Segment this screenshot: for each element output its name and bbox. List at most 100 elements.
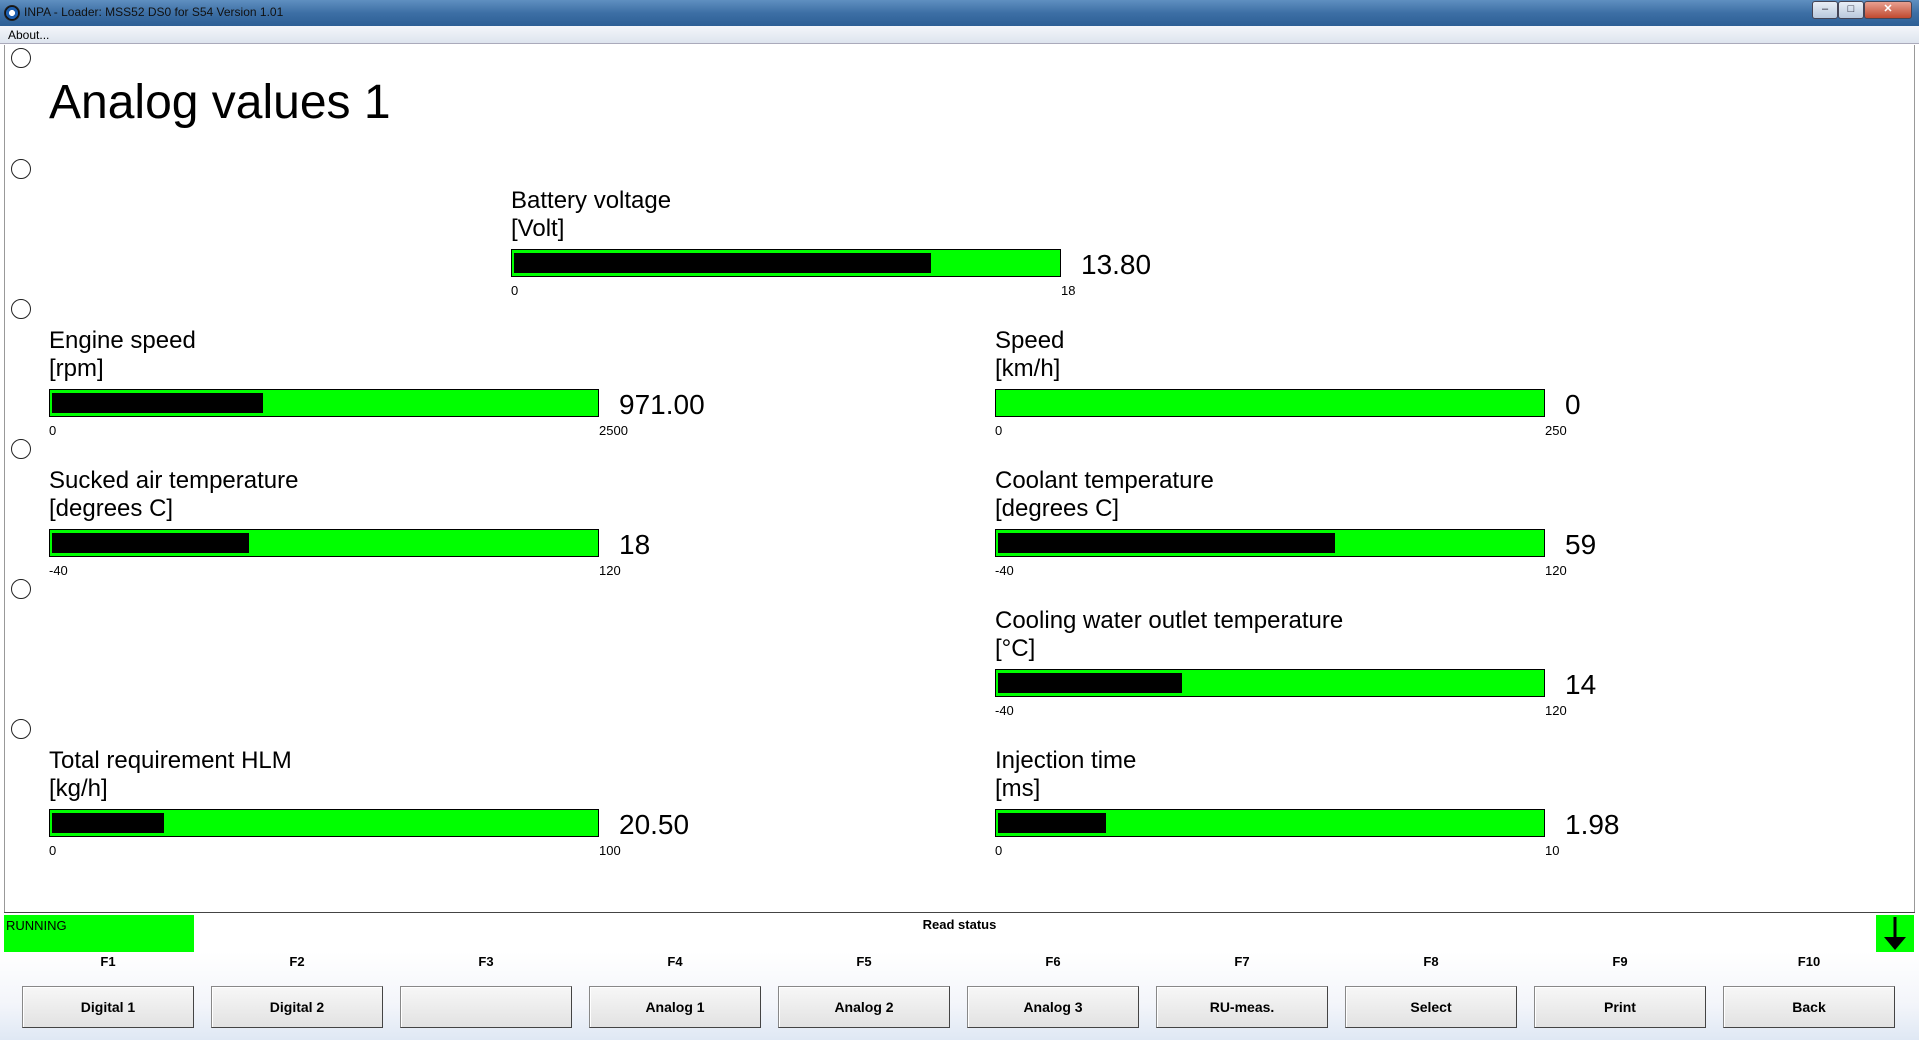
status-bar: Read status RUNNING — [4, 912, 1915, 953]
f3-button[interactable] — [400, 986, 572, 1028]
ru-meas-button[interactable]: RU-meas. — [1156, 986, 1328, 1028]
gauge-min: 0 — [995, 423, 1003, 438]
gauge-bar — [995, 389, 1545, 417]
analog-3-button[interactable]: Analog 3 — [967, 986, 1139, 1028]
gauge-value: 0 — [1565, 389, 1581, 420]
app-logo-icon — [4, 5, 20, 21]
gauge-label: Engine speed — [49, 327, 196, 354]
main-panel: Analog values 1 Battery voltage [Volt] 1… — [4, 45, 1915, 912]
fkey-label-f6: F6 — [1045, 954, 1061, 969]
fkey-label-f5: F5 — [856, 954, 872, 969]
digital-2-button[interactable]: Digital 2 — [211, 986, 383, 1028]
select-button[interactable]: Select — [1345, 986, 1517, 1028]
gauge-label: Total requirement HLM — [49, 747, 292, 774]
gauge-bar — [49, 809, 599, 837]
gauge-unit: [rpm] — [49, 355, 104, 382]
gauge-bar — [995, 809, 1545, 837]
gauge-min: 0 — [995, 843, 1003, 858]
gauge-value: 13.80 — [1081, 249, 1152, 280]
gauge-bar — [511, 249, 1061, 277]
analog-1-button[interactable]: Analog 1 — [589, 986, 761, 1028]
radio-option-2[interactable] — [11, 159, 31, 179]
fkey-label-f1: F1 — [100, 954, 116, 969]
minimize-button[interactable]: – — [1812, 1, 1838, 19]
gauge-value: 14 — [1565, 669, 1597, 700]
gauge-label: Cooling water outlet temperature — [995, 607, 1344, 634]
fkey-label-f8: F8 — [1423, 954, 1439, 969]
gauge-fill — [998, 533, 1335, 553]
gauge-unit: [°C] — [995, 635, 1036, 662]
gauge-injection-time: Injection time [ms] 1.98 0 10 — [995, 747, 1655, 871]
gauge-fill — [998, 673, 1182, 693]
analog-2-button[interactable]: Analog 2 — [778, 986, 950, 1028]
print-button[interactable]: Print — [1534, 986, 1706, 1028]
gauge-min: -40 — [995, 563, 1014, 578]
fkey-label-f7: F7 — [1234, 954, 1250, 969]
gauge-min: -40 — [995, 703, 1014, 718]
gauge-bar — [995, 669, 1545, 697]
gauge-max: 250 — [1545, 423, 1567, 438]
gauge-value: 20.50 — [619, 809, 690, 840]
gauge-bar — [995, 529, 1545, 557]
gauge-max: 2500 — [599, 423, 628, 438]
gauge-max: 120 — [599, 563, 621, 578]
gauge-fill — [514, 253, 932, 273]
fkey-label-f4: F4 — [667, 954, 683, 969]
gauge-bar — [49, 389, 599, 417]
gauge-max: 18 — [1061, 283, 1076, 298]
back-button[interactable]: Back — [1723, 986, 1895, 1028]
scroll-down-button[interactable] — [1876, 915, 1914, 953]
radio-option-4[interactable] — [11, 439, 31, 459]
gauge-value: 18 — [619, 529, 651, 560]
gauge-max: 120 — [1545, 703, 1567, 718]
digital-1-button[interactable]: Digital 1 — [22, 986, 194, 1028]
gauge-value: 59 — [1565, 529, 1597, 560]
gauge-fill — [52, 393, 264, 413]
arrow-down-icon — [1884, 917, 1906, 950]
status-running-indicator: RUNNING — [4, 915, 194, 953]
fkey-label-f9: F9 — [1612, 954, 1628, 969]
gauge-unit: [ms] — [995, 775, 1041, 802]
gauge-sucked-air-temperature: Sucked air temperature [degrees C] 18 -4… — [49, 467, 709, 591]
gauge-min: -40 — [49, 563, 68, 578]
radio-option-5[interactable] — [11, 579, 31, 599]
title-bar: INPA - Loader: MSS52 DS0 for S54 Version… — [0, 0, 1919, 26]
gauge-unit: [km/h] — [995, 355, 1061, 382]
gauge-coolant-temperature: Coolant temperature [degrees C] 59 -40 1… — [995, 467, 1655, 591]
radio-option-1[interactable] — [11, 48, 31, 68]
gauge-fill — [52, 813, 164, 833]
close-button[interactable]: ✕ — [1864, 1, 1912, 19]
gauge-fill — [998, 813, 1106, 833]
gauge-min: 0 — [511, 283, 519, 298]
fkey-label-f3: F3 — [478, 954, 494, 969]
gauge-unit: [Volt] — [511, 215, 565, 242]
gauge-max: 100 — [599, 843, 621, 858]
gauge-max: 10 — [1545, 843, 1560, 858]
gauge-max: 120 — [1545, 563, 1567, 578]
fkey-label-f2: F2 — [289, 954, 305, 969]
gauge-label: Battery voltage — [511, 187, 672, 214]
gauge-value: 1.98 — [1565, 809, 1620, 840]
gauge-speed: Speed [km/h] 0 0 250 — [995, 327, 1655, 451]
page-title: Analog values 1 — [49, 76, 391, 129]
gauge-total-requirement-hlm: Total requirement HLM [kg/h] 20.50 0 100 — [49, 747, 709, 871]
status-message: Read status — [922, 917, 997, 932]
radio-option-3[interactable] — [11, 299, 31, 319]
gauge-label: Sucked air temperature — [49, 467, 299, 494]
gauge-min: 0 — [49, 843, 57, 858]
radio-option-6[interactable] — [11, 719, 31, 739]
gauge-label: Injection time — [995, 747, 1137, 774]
gauge-bar — [49, 529, 599, 557]
gauge-min: 0 — [49, 423, 57, 438]
gauge-unit: [degrees C] — [995, 495, 1120, 522]
window-title: INPA - Loader: MSS52 DS0 for S54 Version… — [24, 5, 284, 19]
fkey-label-f10: F10 — [1797, 954, 1821, 969]
menu-item-about[interactable]: About... — [8, 28, 49, 42]
gauge-unit: [kg/h] — [49, 775, 108, 802]
maximize-button[interactable]: □ — [1838, 1, 1864, 19]
gauge-cooling-water-outlet-temperature: Cooling water outlet temperature [°C] 14… — [995, 607, 1655, 731]
function-key-bar: F1 F2 F3 F4 F5 F6 F7 F8 F9 F10 Digital 1… — [0, 952, 1919, 1040]
gauge-fill — [52, 533, 250, 553]
menu-bar: About... — [0, 26, 1919, 44]
gauge-label: Coolant temperature — [995, 467, 1214, 494]
